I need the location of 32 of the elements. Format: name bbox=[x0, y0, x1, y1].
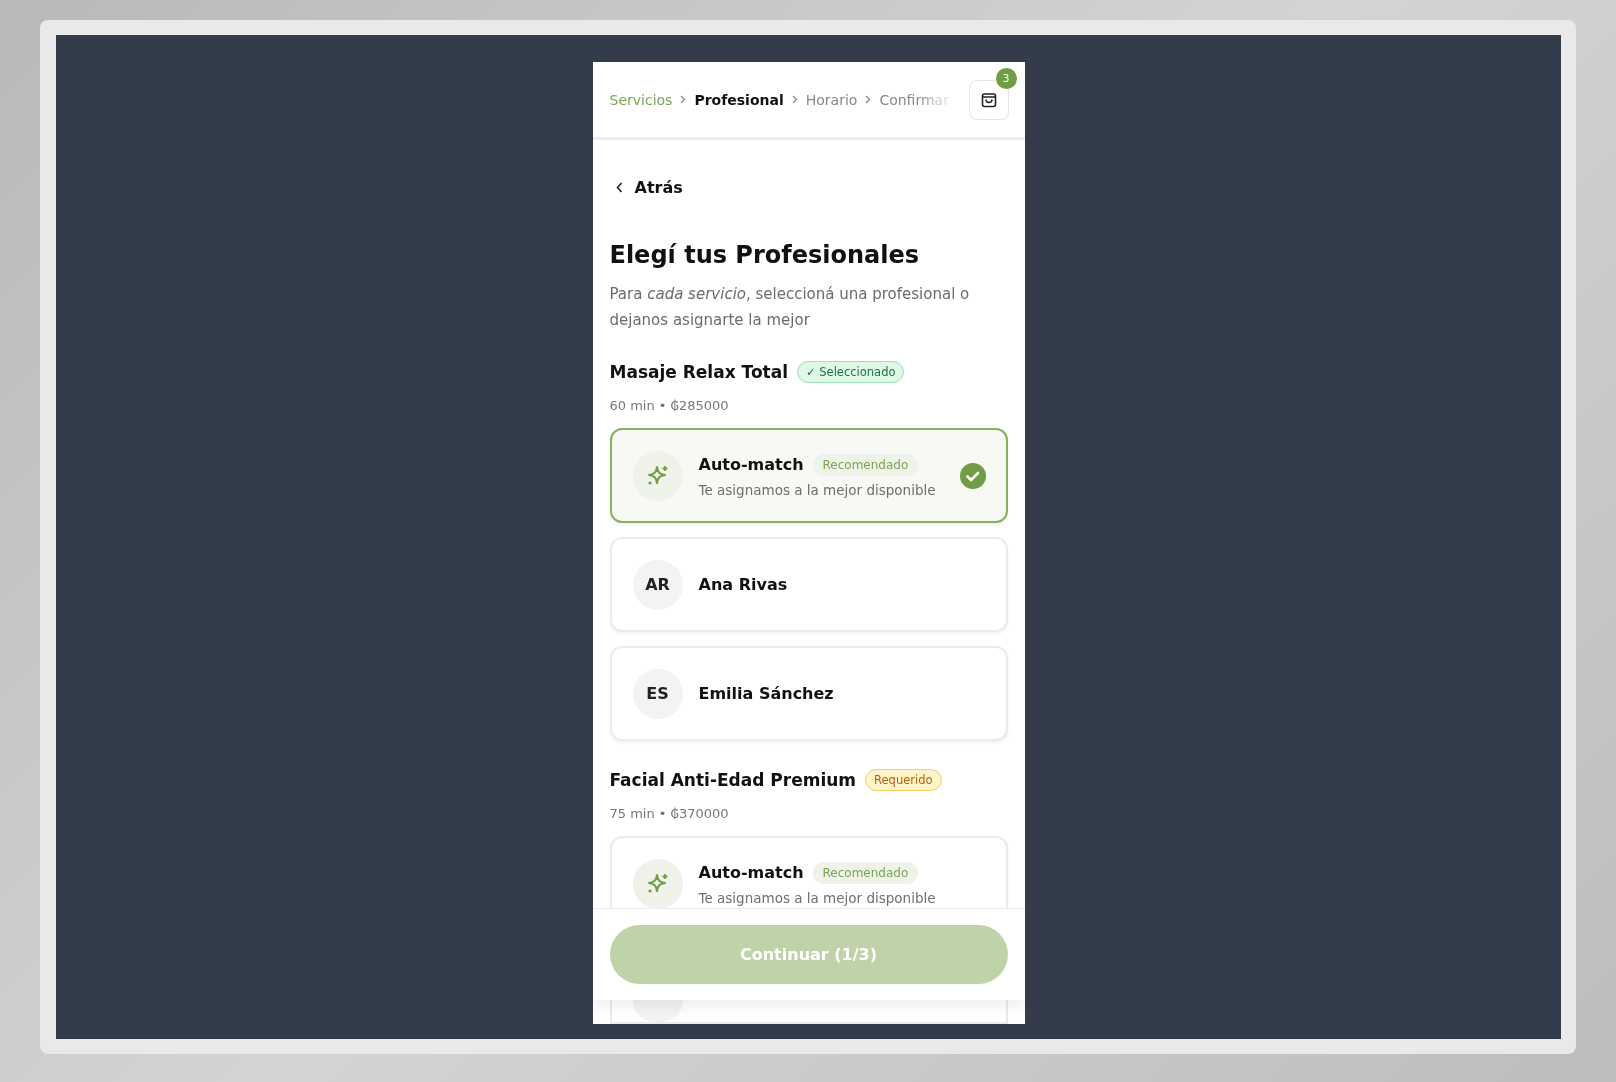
option-description: Te asignamos a la mejor disponible bbox=[698, 481, 937, 498]
cart-count: 3 bbox=[995, 67, 1017, 89]
option-name: Auto-match bbox=[698, 455, 804, 474]
breadcrumb-step: Horario bbox=[805, 91, 858, 108]
chevron-icon bbox=[865, 95, 872, 104]
option-card[interactable]: ES Emilia Sánchez bbox=[609, 646, 1008, 741]
option-card[interactable]: Auto-match Recomendado Te asignamos a la mejor disponible bbox=[609, 428, 1008, 523]
service-name: Facial Anti-Edad Premium bbox=[609, 770, 857, 790]
option-card[interactable]: AR Ana Rivas bbox=[609, 537, 1008, 632]
avatar: ES bbox=[632, 668, 683, 719]
check-icon bbox=[959, 462, 986, 489]
option-name: Emilia Sánchez bbox=[698, 684, 835, 703]
back-button[interactable]: Atrás bbox=[609, 178, 683, 197]
service-name: Masaje Relax Total bbox=[609, 362, 788, 382]
page-title: Elegí tus Profesionales bbox=[609, 241, 921, 269]
option-name: Auto-match bbox=[698, 863, 804, 882]
status-tag: Requerido bbox=[865, 769, 942, 791]
page-subtitle: Para cada servicio, seleccioná una profesional o dejanos asignarte la mejor bbox=[609, 284, 971, 331]
option-description: Te asignamos a la mejor disponible bbox=[698, 889, 937, 906]
chevron-icon bbox=[680, 95, 687, 104]
status-tag: ✓ Seleccionado bbox=[797, 361, 905, 383]
recommended-tag: Recomendado bbox=[812, 453, 919, 476]
avatar: AR bbox=[632, 559, 683, 610]
recommended-tag: Recomendado bbox=[812, 861, 919, 884]
option-card[interactable]: Auto-match Recomendado Te asignamos a la mejor disponible bbox=[609, 836, 1008, 908]
breadcrumb-step: Profesional bbox=[694, 91, 784, 108]
option-name: Ana Rivas bbox=[698, 575, 789, 594]
chevron-icon bbox=[791, 95, 798, 104]
shopping-bag-icon bbox=[980, 91, 997, 108]
service-meta: 60 min • ₲285000 bbox=[609, 398, 730, 413]
service-meta: 75 min • ₲370000 bbox=[609, 806, 730, 821]
chevron-left-icon bbox=[615, 182, 623, 193]
